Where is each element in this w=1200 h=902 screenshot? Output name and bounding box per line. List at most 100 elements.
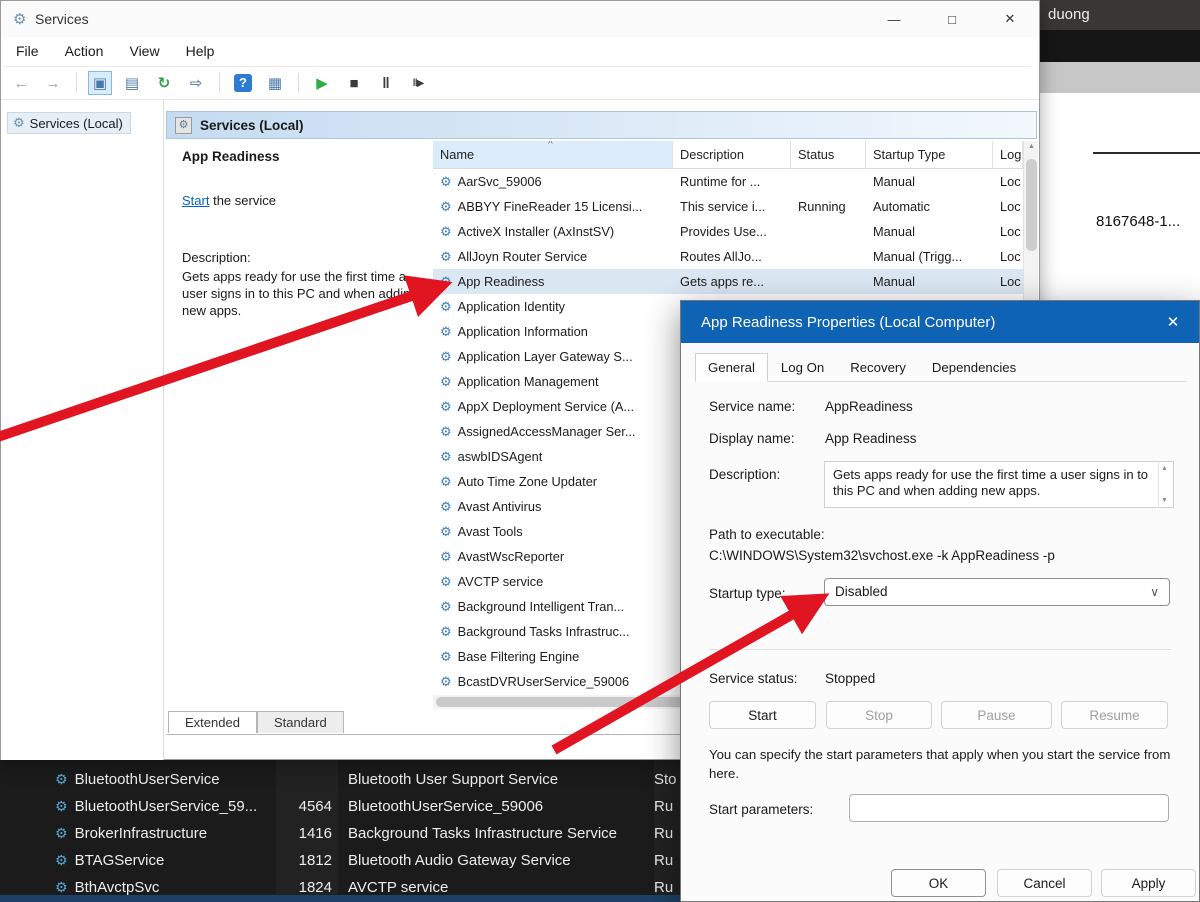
column-header-name[interactable]: Name ^	[433, 141, 673, 169]
service-gear-icon: ⚙	[440, 399, 452, 415]
process-name: BluetoothUserService_59...	[75, 798, 258, 815]
maximize-button[interactable]: □	[923, 1, 981, 37]
dialog-tab-dependencies[interactable]: Dependencies	[919, 353, 1029, 382]
scrollbar-thumb[interactable]	[1026, 159, 1037, 251]
background-app-topright: duong 8167648-1...	[1040, 0, 1200, 300]
pause-button[interactable]: Pause	[941, 701, 1052, 729]
refresh-icon[interactable]: ↻	[152, 71, 176, 95]
separator[interactable]	[219, 73, 220, 93]
close-button[interactable]: ✕	[981, 1, 1039, 37]
service-name: AvastWscReporter	[458, 549, 564, 564]
forward-icon[interactable]: →	[41, 71, 65, 95]
menu-file[interactable]: File	[3, 37, 52, 66]
menu-bar: FileActionViewHelp	[3, 37, 1031, 67]
ok-button[interactable]: OK	[891, 869, 986, 897]
menu-view[interactable]: View	[116, 37, 172, 66]
menu-help[interactable]: Help	[173, 37, 228, 66]
properties-icon[interactable]: ▤	[120, 71, 144, 95]
minimize-button[interactable]: —	[865, 1, 923, 37]
service-name: ActiveX Installer (AxInstSV)	[458, 224, 614, 239]
service-name: Base Filtering Engine	[458, 649, 580, 664]
scroll-down-icon[interactable]: ▼	[1161, 497, 1168, 504]
resume-button[interactable]: Resume	[1061, 701, 1168, 729]
dialog-title-bar[interactable]: App Readiness Properties (Local Computer…	[681, 301, 1199, 343]
background-gray-strip	[1040, 62, 1200, 93]
column-header-log-on-as[interactable]: Log	[993, 141, 1023, 169]
ActiveX Installer (AxInstSV)[interactable]: ⚙ ActiveX Installer (AxInstSV) Provides …	[433, 219, 1023, 244]
service-name: AarSvc_59006	[458, 174, 542, 189]
service-name: Auto Time Zone Updater	[458, 474, 597, 489]
App Readiness[interactable]: ⚙ App Readiness Gets apps re... Manual L…	[433, 269, 1023, 294]
service-log-on-as: Loc	[993, 174, 1023, 189]
scroll-up-icon[interactable]: ▲	[1024, 143, 1039, 150]
back-icon[interactable]: ←	[9, 71, 33, 95]
service-name-label: Service name:	[709, 399, 795, 414]
description-textbox[interactable]: Gets apps ready for use the first time a…	[824, 461, 1174, 508]
start-parameters-input[interactable]	[849, 794, 1169, 822]
start-service-icon[interactable]: ▶	[310, 71, 334, 95]
process-description: Background Tasks Infrastructure Service	[332, 825, 644, 842]
AllJoyn Router Service[interactable]: ⚙ AllJoyn Router Service Routes AllJo...…	[433, 244, 1023, 269]
background-user-label: duong	[1040, 0, 1200, 30]
ABBYY FineReader 15 Licensi...[interactable]: ⚙ ABBYY FineReader 15 Licensi... This se…	[433, 194, 1023, 219]
service-name: AllJoyn Router Service	[458, 249, 587, 264]
process-pid: 1812	[280, 852, 332, 869]
dialog-tabs: GeneralLog OnRecoveryDependencies	[695, 353, 1029, 382]
stop-button[interactable]: Stop	[826, 701, 932, 729]
dialog-tab-logon[interactable]: Log On	[768, 353, 837, 382]
console-window-icon[interactable]: ▣	[88, 71, 112, 95]
stop-service-icon[interactable]: ■	[342, 71, 366, 95]
service-description: Runtime for ...	[673, 174, 791, 189]
column-header-description[interactable]: Description	[673, 141, 791, 169]
extended-view-icon[interactable]: ▦	[263, 71, 287, 95]
service-gear-icon: ⚙	[440, 449, 452, 465]
process-status: Ru	[644, 852, 673, 869]
restart-service-icon[interactable]: ‖▶	[406, 71, 430, 95]
cancel-button[interactable]: Cancel	[997, 869, 1092, 897]
dialog-close-icon[interactable]: ✕	[1151, 301, 1195, 343]
pause-service-icon[interactable]: ‖	[374, 71, 398, 95]
scroll-up-icon[interactable]: ▲	[1161, 465, 1168, 472]
start-button[interactable]: Start	[709, 701, 816, 729]
title-bar[interactable]: ⚙ Services —□✕	[1, 1, 1039, 37]
banner-label: Services (Local)	[200, 118, 304, 133]
service-name: Application Information	[458, 324, 588, 339]
menu-action[interactable]: Action	[52, 37, 117, 66]
process-description: AVCTP service	[332, 879, 644, 896]
separator[interactable]	[298, 73, 299, 93]
service-gear-icon: ⚙	[55, 879, 68, 896]
scrollbar-thumb[interactable]	[436, 697, 690, 707]
column-header-startup-type[interactable]: Startup Type	[866, 141, 993, 169]
service-log-on-as: Loc	[993, 199, 1023, 214]
tree-item-services-local[interactable]: ⚙ Services (Local)	[7, 112, 131, 134]
tab-standard[interactable]: Standard	[257, 711, 344, 733]
separator[interactable]	[76, 73, 77, 93]
service-gear-icon: ⚙	[440, 474, 452, 490]
export-list-icon[interactable]: ⇨	[184, 71, 208, 95]
service-gear-icon: ⚙	[440, 424, 452, 440]
dialog-tab-recovery[interactable]: Recovery	[837, 353, 919, 382]
service-name: Avast Tools	[458, 524, 523, 539]
help-icon[interactable]: ?	[231, 71, 255, 95]
description-label: Description:	[709, 467, 780, 482]
apply-button[interactable]: Apply	[1101, 869, 1196, 897]
process-name: BthAvctpSvc	[75, 879, 160, 896]
AarSvc_59006[interactable]: ⚙ AarSvc_59006 Runtime for ... Manual Lo…	[433, 169, 1023, 194]
service-gear-icon: ⚙	[440, 549, 452, 565]
column-header-status[interactable]: Status	[791, 141, 866, 169]
service-gear-icon: ⚙	[440, 274, 452, 290]
startup-type-dropdown[interactable]: Disabled ∨	[824, 578, 1170, 606]
start-parameters-label: Start parameters:	[709, 802, 813, 817]
start-parameters-note: You can specify the start parameters tha…	[709, 745, 1177, 783]
service-name: Application Layer Gateway S...	[458, 349, 633, 364]
dialog-tab-general[interactable]: General	[695, 353, 768, 382]
service-gear-icon: ⚙	[440, 174, 452, 190]
service-gear-icon: ⚙	[440, 249, 452, 265]
dialog-title: App Readiness Properties (Local Computer…	[701, 314, 995, 331]
start-service-suffix: the service	[209, 193, 275, 208]
tab-extended[interactable]: Extended	[168, 711, 257, 733]
start-service-link[interactable]: Start	[182, 193, 209, 208]
display-name-value: App Readiness	[825, 431, 917, 446]
service-startup-type: Manual	[866, 224, 993, 239]
service-gear-icon: ⚙	[55, 852, 68, 869]
